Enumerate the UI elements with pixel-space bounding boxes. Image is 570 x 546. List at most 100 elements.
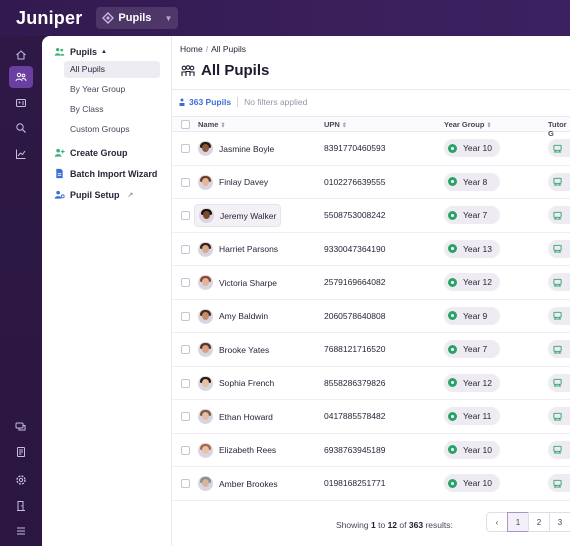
pupil-setup-link[interactable]: Pupil Setup ↗ <box>54 189 133 200</box>
subnav-item-custom-groups[interactable]: Custom Groups <box>64 121 160 138</box>
row-checkbox[interactable] <box>181 211 190 220</box>
year-status-icon <box>448 177 457 186</box>
row-checkbox[interactable] <box>181 177 190 187</box>
people-group-icon <box>181 64 195 76</box>
batch-import-link[interactable]: Batch Import Wizard <box>54 168 157 179</box>
tutor-group-badge[interactable] <box>548 239 570 258</box>
table-row[interactable]: Sophia French 8558286379826 Year 12 <box>172 367 570 400</box>
id-card-icon[interactable] <box>9 92 33 114</box>
year-group-badge[interactable]: Year 9 <box>444 306 500 325</box>
year-group-badge[interactable]: Year 12 <box>444 273 500 291</box>
pupil-name-cell[interactable]: Sophia French <box>194 372 278 395</box>
tutor-group-badge[interactable] <box>548 139 570 157</box>
create-group-link[interactable]: Create Group <box>54 147 128 158</box>
tutor-group-badge[interactable] <box>548 206 570 224</box>
subnav-item-by-year-group[interactable]: By Year Group <box>64 81 160 98</box>
tutor-group-badge[interactable] <box>548 306 570 325</box>
divider <box>237 97 239 107</box>
row-checkbox[interactable] <box>181 345 190 354</box>
row-checkbox[interactable] <box>181 278 190 287</box>
column-header-name[interactable]: Name ⇕ <box>198 120 225 129</box>
subnav-item-by-class[interactable]: By Class <box>64 101 160 118</box>
chart-icon[interactable] <box>9 143 33 165</box>
table-row[interactable]: Amber Brookes 0198168251771 Year 10 <box>172 467 570 501</box>
pupil-name-cell[interactable]: Amber Brookes <box>194 472 282 495</box>
page-button-1[interactable]: 1 <box>507 512 529 532</box>
pupil-name-cell[interactable]: Jasmine Boyle <box>194 137 278 160</box>
subnav-item-all-pupils[interactable]: All Pupils <box>64 61 160 78</box>
classroom-icon <box>553 144 562 153</box>
table-row[interactable]: Brooke Yates 7688121716520 Year 7 <box>172 333 570 367</box>
year-group-badge[interactable]: Year 8 <box>444 172 500 191</box>
table-row[interactable]: Ethan Howard 0417885578482 Year 11 <box>172 400 570 434</box>
tutor-group-badge[interactable] <box>548 373 570 392</box>
table-row[interactable]: Victoria Sharpe 2579169664082 Year 12 <box>172 266 570 300</box>
page-button-3[interactable]: 3 <box>549 512 570 532</box>
menu-icon[interactable] <box>9 520 33 542</box>
table-row[interactable]: Elizabeth Rees 6938763945189 Year 10 <box>172 434 570 467</box>
divider <box>172 89 570 90</box>
pupil-upn: 8391770460593 <box>324 143 386 153</box>
pupil-name-cell[interactable]: Elizabeth Rees <box>194 439 280 462</box>
year-group-badge[interactable]: Year 11 <box>444 407 500 425</box>
pupil-name-cell[interactable]: Victoria Sharpe <box>194 271 281 294</box>
chat-icon[interactable] <box>9 416 33 438</box>
tutor-group-badge[interactable] <box>548 440 570 459</box>
table-row[interactable]: Jeremy Walker 5508753008242 Year 7 <box>172 199 570 233</box>
pupil-name-cell[interactable]: Finlay Davey <box>194 171 272 194</box>
tutor-group-badge[interactable] <box>548 407 570 425</box>
table-row[interactable]: Amy Baldwin 2060578640808 Year 9 <box>172 300 570 333</box>
avatar <box>199 208 214 223</box>
row-checkbox[interactable] <box>181 479 190 488</box>
page-button-2[interactable]: 2 <box>528 512 550 532</box>
row-checkbox[interactable] <box>181 144 190 153</box>
year-group-badge[interactable]: Year 12 <box>444 373 500 392</box>
app-logo[interactable]: Juniper <box>16 8 82 29</box>
top-bar: Juniper Pupils ▼ <box>0 0 570 36</box>
document-icon[interactable] <box>9 441 33 463</box>
year-group-badge[interactable]: Year 7 <box>444 340 500 358</box>
table-row[interactable]: Finlay Davey 0102276639555 Year 8 <box>172 166 570 199</box>
row-checkbox[interactable] <box>181 378 190 388</box>
search-icon[interactable] <box>9 117 33 139</box>
tutor-group-badge[interactable] <box>548 340 570 358</box>
pupil-name-cell[interactable]: Ethan Howard <box>194 405 277 428</box>
people-icon[interactable] <box>9 66 33 88</box>
year-group-badge[interactable]: Year 13 <box>444 239 500 258</box>
row-checkbox[interactable] <box>181 244 190 254</box>
pupil-name-cell[interactable]: Jeremy Walker <box>194 204 282 227</box>
filter-status: No filters applied <box>244 97 308 107</box>
batch-import-label: Batch Import Wizard <box>70 168 158 179</box>
table-row[interactable]: Harriet Parsons 9330047364190 Year 13 <box>172 233 570 266</box>
column-header-year-group[interactable]: Year Group ⇕ <box>444 120 491 129</box>
row-checkbox[interactable] <box>181 311 190 321</box>
pupil-upn: 5508753008242 <box>324 210 386 220</box>
select-all-checkbox[interactable] <box>181 120 190 129</box>
pupil-name-cell[interactable]: Harriet Parsons <box>194 238 282 261</box>
row-checkbox[interactable] <box>181 445 190 455</box>
tutor-group-badge[interactable] <box>548 474 570 492</box>
year-status-icon <box>448 478 457 488</box>
pupil-name-cell[interactable]: Amy Baldwin <box>194 305 272 328</box>
pupil-name-cell[interactable]: Brooke Yates <box>194 338 273 361</box>
year-group-badge[interactable]: Year 10 <box>444 474 500 492</box>
home-icon[interactable] <box>9 44 33 66</box>
pupil-name: Jeremy Walker <box>220 210 277 221</box>
row-checkbox[interactable] <box>181 412 190 421</box>
door-icon[interactable] <box>9 495 33 517</box>
pupils-group-toggle[interactable]: Pupils ▲ <box>54 46 107 57</box>
table-row[interactable]: Jasmine Boyle 8391770460593 Year 10 <box>172 132 570 166</box>
pupil-count[interactable]: 363 Pupils <box>178 97 231 107</box>
pupil-name: Ethan Howard <box>219 411 273 422</box>
tutor-group-badge[interactable] <box>548 172 570 191</box>
column-header-upn[interactable]: UPN ⇕ <box>324 120 347 129</box>
year-group-badge[interactable]: Year 7 <box>444 206 500 224</box>
year-group-badge[interactable]: Year 10 <box>444 440 500 459</box>
gear-icon[interactable] <box>9 469 33 491</box>
breadcrumb-home[interactable]: Home <box>180 44 203 54</box>
tutor-group-badge[interactable] <box>548 273 570 291</box>
year-group-badge[interactable]: Year 10 <box>444 139 500 157</box>
year-group-label: Year 12 <box>463 277 492 287</box>
prev-page-button[interactable]: ‹ <box>486 512 508 532</box>
module-switcher[interactable]: Pupils ▼ <box>96 7 179 29</box>
